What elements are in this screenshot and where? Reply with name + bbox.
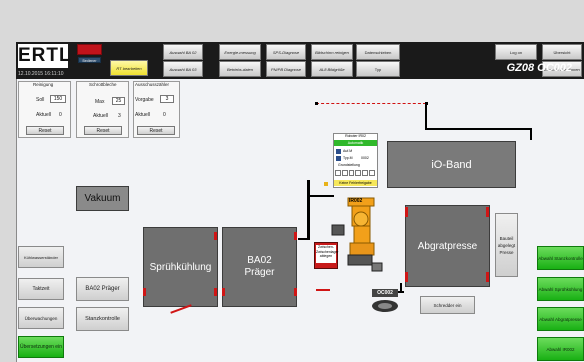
ausschusszaehler-vorgabe-label: Vorgabe <box>135 97 154 103</box>
zwischen-line1: Zwischen- <box>318 245 334 249</box>
status-marker <box>486 207 489 217</box>
status-marker <box>294 288 297 296</box>
energie-messung-button[interactable]: Energie-messung <box>219 44 261 60</box>
zwischen-line3: ablegen <box>319 254 333 258</box>
stanzkontrolle-button[interactable]: Stanzkontrolle <box>76 307 129 331</box>
abwahl-stanzkontrolle-button[interactable]: Abwahl Stanzkontrolle <box>537 246 584 270</box>
abwahl-ir002-button[interactable]: Abwahl IR002 <box>537 337 584 361</box>
abgratpresse-station[interactable]: Abgratpresse <box>405 205 490 287</box>
log-on-button[interactable]: Log on <box>495 44 537 60</box>
status-marker <box>405 207 408 217</box>
abwahl-abgratpresse-button[interactable]: Abwahl Abgratpresse <box>537 307 584 331</box>
bildschirm-reinigen-button[interactable]: Bildschirm reinigen <box>311 44 353 60</box>
spruehkuehlung-station[interactable]: Sprühkühlung <box>143 227 218 307</box>
vakuum-station[interactable]: Vakuum <box>76 186 129 211</box>
reinigung-soll-label: Soll <box>36 97 45 103</box>
reinigung-title: Reinigung <box>33 82 54 87</box>
schrottbleche-title: Schrottbleche <box>89 82 117 87</box>
taktzeit-button[interactable]: Taktzeit <box>18 278 64 300</box>
ausschusszaehler-title: Ausschusszähler <box>135 82 170 87</box>
ausschusszaehler-aktuell-label: Aktuell <box>135 112 151 118</box>
uebersetzungen-ein-button[interactable]: Übersetzungen ein <box>18 336 64 358</box>
schredder-ein-button[interactable]: Schredder ein <box>420 296 475 314</box>
conveyor-line-top <box>316 103 426 104</box>
robot-typm-icon <box>336 156 341 161</box>
ba02-praeger-button[interactable]: BA02 Präger <box>76 277 129 301</box>
robot-aufm-label: Auf.M <box>343 149 353 153</box>
conveyor-line-vertical <box>425 104 427 129</box>
robot-label: IR002 <box>349 198 363 204</box>
conveyor-line-right-down <box>530 128 532 140</box>
uebersicht-button[interactable]: Übersicht <box>542 44 582 60</box>
status-marker <box>214 288 217 296</box>
schrottbleche-aktuell-label: Aktuell <box>93 113 109 119</box>
oc002-gripper-icon[interactable] <box>370 297 400 315</box>
conveyor-line-right <box>425 128 532 130</box>
io-band[interactable]: iO-Band <box>387 141 516 188</box>
oc002-label: OC002 <box>372 289 398 297</box>
ausschusszaehler-vorgabe-input[interactable]: 3 <box>160 95 174 103</box>
auswahl-ba03-button[interactable]: Auswahl BA 03 <box>163 61 203 77</box>
al8-bildgroesse-button[interactable]: AL8 Bildgröße <box>311 61 353 77</box>
abwahl-spruehkuehlung-button[interactable]: Abwahl Sprühkühlung <box>537 277 584 301</box>
robot-footer: Keine Fehlerfreigabe <box>334 180 377 186</box>
conveyor-line-left-h <box>298 238 310 240</box>
status-marker <box>486 272 489 282</box>
datetime: 12.10.2015 16:11:10 <box>18 71 64 77</box>
robot-typm-label: Typ.M <box>343 156 353 160</box>
schrottbleche-reset-button[interactable]: Reset <box>84 126 122 135</box>
schrottbleche-max-label: Max <box>95 99 105 105</box>
status-marker <box>143 288 146 296</box>
reinigung-soll-input[interactable]: 150 <box>50 95 66 103</box>
robot-aufm-icon <box>336 149 341 154</box>
pnpb-diagnose-button[interactable]: PN/PB Diagnose <box>266 61 306 77</box>
user-status-button[interactable]: Bediener <box>78 57 101 63</box>
rt-bearbeiten-button[interactable]: RT bearbeiten <box>110 60 148 76</box>
reinigung-aktuell-label: Aktuell <box>36 112 52 118</box>
schrottbleche-aktuell-value: 3 <box>118 113 121 119</box>
kuehlwasserstaender-button[interactable]: Kühlwasserständer <box>18 246 64 268</box>
datenschieben-button[interactable]: Datenschieben <box>356 44 400 60</box>
zwischenlager-label: Zwischen- Zwischenlager ablegen <box>316 245 339 263</box>
robot-grundstellung: Grundstellung <box>338 163 360 167</box>
robot-axis-indicators <box>335 170 375 176</box>
ueberwachungen-button[interactable]: Überwachungen <box>18 307 64 329</box>
conveyor-line-bottom-v <box>400 283 402 293</box>
betriebsdaten-button[interactable]: Betriebs-daten <box>219 61 261 77</box>
ausschusszaehler-aktuell-value: 0 <box>163 112 166 118</box>
status-marker <box>222 288 225 296</box>
robot-ir002-icon[interactable] <box>330 193 390 275</box>
auswahl-ba02-button[interactable]: Auswahl BA 02 <box>163 44 203 60</box>
robot-panel-title: Roboter IR02 <box>345 134 366 138</box>
status-marker <box>214 232 217 240</box>
robot-typ-value: 0002 <box>361 156 369 160</box>
reinigung-aktuell-value: 0 <box>59 112 62 118</box>
alarm-indicator[interactable] <box>77 44 102 55</box>
robot-status: Automatik <box>334 140 377 146</box>
ertl-logo: ERTL <box>18 44 72 68</box>
warning-icon <box>324 182 328 186</box>
part-marker <box>316 289 330 291</box>
schrottbleche-max-input[interactable]: 25 <box>112 97 125 105</box>
status-marker <box>405 272 408 282</box>
ba02-praeger-station[interactable]: BA02 Präger <box>222 227 297 307</box>
status-marker <box>294 232 297 240</box>
conveyor-node <box>315 102 318 105</box>
sps-diagnose-button[interactable]: SPS-Diagnose <box>266 44 306 60</box>
reinigung-reset-button[interactable]: Reset <box>26 126 64 135</box>
conveyor-line-left <box>307 180 310 240</box>
bauteil-abgelegt-button[interactable]: Bauteil abgelegt Presse <box>495 213 518 277</box>
ausschusszaehler-reset-button[interactable]: Reset <box>137 126 175 135</box>
typ-button[interactable]: Typ <box>356 61 400 77</box>
machine-id: GZ08 OC002 <box>506 62 572 74</box>
